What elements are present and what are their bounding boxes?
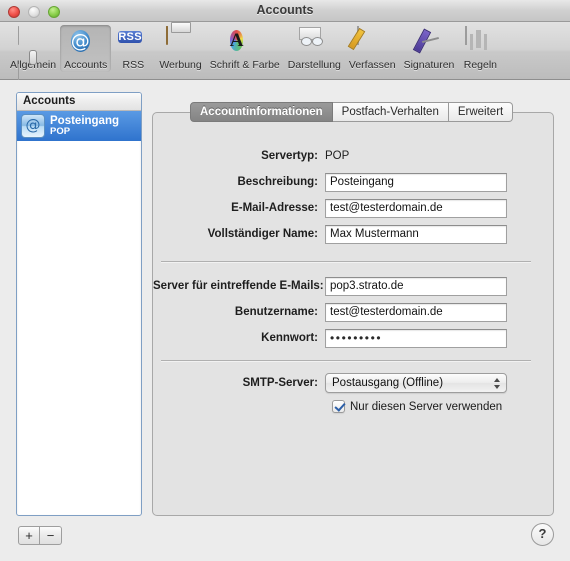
only-this-server-checkbox[interactable] [332,400,345,413]
field-row-vollstaendiger-name: Vollständiger Name: Max Mustermann [153,223,555,245]
account-add-remove-group: + − [18,526,62,545]
rules-fan-icon [465,26,495,57]
account-list[interactable]: Accounts @ Posteingang POP [16,92,142,516]
smtp-server-dropdown[interactable]: Postausgang (Offline) [325,373,507,393]
toolbar-item-accounts[interactable]: @ Accounts [60,25,112,72]
account-list-header: Accounts [17,93,141,111]
window-titlebar: Accounts [0,0,570,22]
only-this-server-row[interactable]: Nur diesen Server verwenden [332,400,502,413]
tab-strip: Accountinformationen Postfach-Verhalten … [190,102,514,122]
field-row-smtp-server: SMTP-Server: Postausgang (Offline) [153,372,555,394]
account-list-item-posteingang[interactable]: @ Posteingang POP [17,111,141,141]
toolbar-item-signaturen[interactable]: Signaturen [400,25,459,72]
tab-postfach-verhalten[interactable]: Postfach-Verhalten [332,102,449,122]
general-switch-icon [18,26,49,83]
toolbar-label-rss: RSS [122,59,145,71]
incoming-server-input[interactable]: pop3.strato.de [325,276,507,296]
help-button[interactable]: ? [531,523,554,546]
field-row-email: E-Mail-Adresse: test@testerdomain.de [153,197,555,219]
toolbar-item-verfassen[interactable]: Verfassen [345,25,400,72]
preferences-toolbar: Allgemein @ Accounts RSS RSS Werbung A S… [0,22,570,83]
add-account-button[interactable]: + [18,526,40,545]
account-list-item-text: Posteingang POP [50,115,119,137]
viewing-glasses-icon [299,27,329,57]
at-sign-icon: @ [21,114,45,138]
label-incoming-server: Server für eintreffende E-Mails: [153,280,324,292]
tabview: Accountinformationen Postfach-Verhalten … [152,102,554,516]
junk-mail-bin-icon [165,26,196,57]
remove-account-button[interactable]: − [40,526,62,545]
label-benutzername: Benutzername: [234,306,318,318]
label-beschreibung: Beschreibung: [237,176,318,188]
toolbar-label-regeln: Regeln [463,59,498,71]
toolbar-label-schrift-farbe: Schrift & Farbe [209,59,280,71]
label-servertyp: Servertyp: [261,150,318,162]
separator-two [161,360,531,362]
window-title: Accounts [256,3,314,17]
signature-pen-icon [414,27,444,57]
only-this-server-label: Nur diesen Server verwenden [350,400,503,413]
toolbar-label-werbung: Werbung [159,59,202,71]
label-kennwort: Kennwort: [261,332,318,344]
label-email-adresse: E-Mail-Adresse: [231,202,318,214]
label-smtp-server: SMTP-Server: [242,377,318,389]
field-row-kennwort: Kennwort: ••••••••• [153,327,555,349]
toolbar-item-regeln[interactable]: Regeln [458,25,502,72]
smtp-server-value: Postausgang (Offline) [332,377,444,389]
toolbar-label-signaturen: Signaturen [403,59,455,71]
beschreibung-input[interactable]: Posteingang [325,172,507,192]
toolbar-item-rss[interactable]: RSS RSS [111,25,155,72]
tab-panel-accountinformationen: Servertyp: POP Beschreibung: Posteingang… [152,112,554,516]
at-sign-icon: @ [70,30,90,52]
font-color-icon: A [229,30,244,51]
vollstaendiger-name-input[interactable]: Max Mustermann [325,224,507,244]
toolbar-item-darstellung[interactable]: Darstellung [284,25,345,72]
value-servertyp: POP [325,150,350,162]
preferences-content: Accounts @ Posteingang POP Accountinform… [0,80,570,561]
benutzername-input[interactable]: test@testerdomain.de [325,302,507,322]
chevron-updown-icon [494,377,501,390]
field-row-beschreibung: Beschreibung: Posteingang [153,171,555,193]
tab-erweitert[interactable]: Erweitert [448,102,514,122]
toolbar-label-accounts: Accounts [64,59,108,71]
field-row-servertyp: Servertyp: POP [153,145,555,167]
accounts-preferences-window: Accounts Allgemein @ Accounts RSS RSS We… [0,0,570,561]
rss-icon: RSS [118,31,142,43]
kennwort-input[interactable]: ••••••••• [325,328,507,348]
toolbar-label-darstellung: Darstellung [287,59,341,71]
account-type: POP [50,126,71,138]
toolbar-item-allgemein[interactable]: Allgemein [6,25,60,83]
toolbar-item-werbung[interactable]: Werbung [155,25,205,72]
email-adresse-input[interactable]: test@testerdomain.de [325,198,507,218]
field-row-benutzername: Benutzername: test@testerdomain.de [153,301,555,323]
compose-pencil-icon [357,26,387,57]
toolbar-label-verfassen: Verfassen [348,59,396,71]
label-vollstaendiger-name: Vollständiger Name: [207,228,318,240]
tab-accountinformationen[interactable]: Accountinformationen [190,102,333,122]
field-row-incoming-server: Server für eintreffende E-Mails: pop3.st… [153,275,555,297]
toolbar-item-schrift-farbe[interactable]: A Schrift & Farbe [206,25,284,72]
separator-one [161,261,531,263]
